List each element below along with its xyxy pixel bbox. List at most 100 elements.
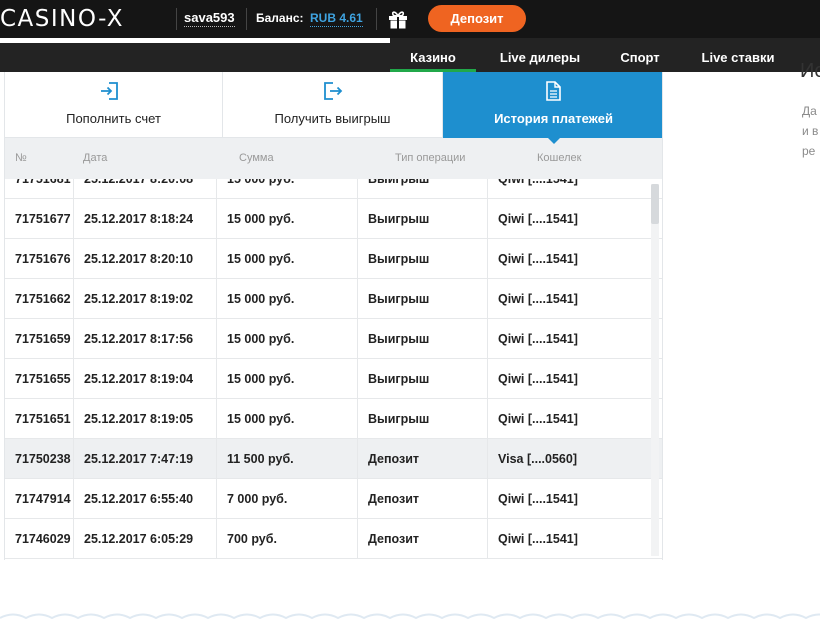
table-row[interactable]: 71751651 25.12.2017 8:19:05 15 000 руб. Выи… (5, 399, 662, 439)
balance-label: Баланс: (256, 11, 304, 25)
cell-date: 25.12.2017 8:20:10 (73, 239, 217, 279)
cell-number: 71750238 (15, 452, 71, 466)
cell-type: Выигрыш (357, 399, 487, 439)
cell-type: Депозит (357, 519, 487, 559)
cell-wallet: Qiwi [....1541] (487, 179, 647, 199)
cell-wallet: Qiwi [....1541] (487, 199, 647, 239)
table-scrollbar-thumb[interactable] (651, 184, 659, 224)
cell-wallet: Qiwi [....1541] (487, 239, 647, 279)
tab-label: Получить выигрыш (274, 111, 391, 126)
table-row[interactable]: 71750238 25.12.2017 7:47:19 11 500 руб. Деп… (5, 439, 662, 479)
cell-date: 25.12.2017 8:19:04 (73, 359, 217, 399)
cell-type: Депозит (357, 439, 487, 479)
column-header-type: Тип операции (395, 152, 466, 164)
cell-number: 71751677 (15, 212, 71, 226)
cell-date: 25.12.2017 8:19:02 (73, 279, 217, 319)
deposit-in-icon (101, 82, 118, 100)
column-header-wallet: Кошелек (537, 152, 582, 164)
side-text-line: ре (802, 144, 816, 158)
nav-tab-live-bets[interactable]: Live ставки (688, 38, 788, 72)
cell-number: 71747914 (15, 492, 71, 506)
cell-wallet: Qiwi [....1541] (487, 519, 647, 559)
side-text-line: и в (802, 124, 819, 138)
footer-wave-decoration (0, 613, 820, 620)
cell-amount: 15 000 руб. (216, 399, 357, 439)
payment-tabs: Пополнить счет Получить выигрыш История … (5, 72, 662, 144)
cell-type: Выигрыш (357, 179, 487, 199)
deposit-button[interactable]: Депозит (428, 5, 526, 32)
username-link[interactable]: sava593 (184, 10, 235, 27)
cell-number: 71751662 (15, 292, 71, 306)
cell-number: 71751681 (15, 179, 71, 186)
cell-number: 71751676 (15, 252, 71, 266)
document-icon (546, 81, 561, 101)
gift-icon[interactable] (387, 8, 409, 30)
balance-value[interactable]: RUB 4.61 (310, 10, 363, 27)
nav-tab-casino[interactable]: Казино (390, 38, 476, 72)
cell-date: 25.12.2017 8:17:56 (73, 319, 217, 359)
nav-tab-sport[interactable]: Спорт (606, 38, 674, 72)
table-row[interactable]: 71751655 25.12.2017 8:19:04 15 000 руб. Выи… (5, 359, 662, 399)
withdraw-out-icon (324, 82, 343, 100)
cell-wallet: Qiwi [....1541] (487, 319, 647, 359)
table-row[interactable]: 71751662 25.12.2017 8:19:02 15 000 руб. Выи… (5, 279, 662, 319)
cell-wallet: Qiwi [....1541] (487, 279, 647, 319)
table-scrollbar[interactable] (651, 184, 659, 556)
cell-amount: 15 000 руб. (216, 179, 357, 199)
table-row[interactable]: 71751659 25.12.2017 8:17:56 15 000 руб. Выи… (5, 319, 662, 359)
cell-amount: 15 000 руб. (216, 199, 357, 239)
column-header-number: № (15, 152, 27, 164)
header-divider (376, 8, 377, 30)
cell-wallet: Qiwi [....1541] (487, 359, 647, 399)
cell-type: Депозит (357, 479, 487, 519)
cell-wallet: Qiwi [....1541] (487, 479, 647, 519)
active-tab-pointer (547, 138, 560, 144)
column-header-date: Дата (83, 152, 108, 164)
cell-amount: 11 500 руб. (216, 439, 357, 479)
cell-date: 25.12.2017 8:18:24 (73, 199, 217, 239)
casino-logo[interactable]: CASINO-X (0, 5, 124, 33)
cell-date: 25.12.2017 6:05:29 (73, 519, 217, 559)
cell-amount: 15 000 руб. (216, 239, 357, 279)
cell-number: 71751659 (15, 332, 71, 346)
cell-date: 25.12.2017 8:19:05 (73, 399, 217, 439)
cell-number: 71751651 (15, 412, 71, 426)
nav-tab-live-dealers[interactable]: Live дилеры (486, 38, 594, 72)
table-row[interactable]: 71751681 25.12.2017 8:20:08 15 000 руб. Выи… (5, 179, 662, 199)
cell-amount: 15 000 руб. (216, 319, 357, 359)
main-nav: Казино Live дилеры Спорт Live ставки (0, 38, 820, 72)
table-row[interactable]: 71751677 25.12.2017 8:18:24 15 000 руб. Выи… (5, 199, 662, 239)
cell-number: 71746029 (15, 532, 71, 546)
cell-date: 25.12.2017 8:20:08 (73, 179, 217, 199)
payments-table-body[interactable]: 71751681 25.12.2017 8:20:08 15 000 руб. Выи… (5, 179, 662, 560)
tab-payment-history[interactable]: История платежей (443, 72, 662, 144)
payments-panel: Пополнить счет Получить выигрыш История … (4, 72, 663, 560)
cell-wallet: Visa [....0560] (487, 439, 647, 479)
cell-amount: 700 руб. (216, 519, 357, 559)
nav-left-strip (0, 38, 390, 43)
side-heading: Ис (800, 60, 820, 82)
tab-withdraw[interactable]: Получить выигрыш (223, 72, 443, 138)
cell-type: Выигрыш (357, 199, 487, 239)
cell-type: Выигрыш (357, 319, 487, 359)
table-header: № Дата Сумма Тип операции Кошелек (5, 138, 662, 179)
cell-type: Выигрыш (357, 239, 487, 279)
table-row[interactable]: 71751676 25.12.2017 8:20:10 15 000 руб. Выи… (5, 239, 662, 279)
top-header: CASINO-X sava593 Баланс: RUB 4.61 Депози… (0, 0, 820, 38)
tab-label: Пополнить счет (66, 111, 161, 126)
header-divider (246, 8, 247, 30)
tab-label: История платежей (494, 111, 613, 126)
cell-wallet: Qiwi [....1541] (487, 399, 647, 439)
table-row[interactable]: 71746029 25.12.2017 6:05:29 700 руб. Депози… (5, 519, 662, 559)
column-header-amount: Сумма (239, 152, 274, 164)
cell-date: 25.12.2017 7:47:19 (73, 439, 217, 479)
header-divider (176, 8, 177, 30)
tab-deposit[interactable]: Пополнить счет (5, 72, 223, 138)
cell-type: Выигрыш (357, 359, 487, 399)
cell-number: 71751655 (15, 372, 71, 386)
table-row[interactable]: 71747914 25.12.2017 6:55:40 7 000 руб. Депо… (5, 479, 662, 519)
side-text-line: Да (802, 104, 817, 118)
cell-amount: 15 000 руб. (216, 359, 357, 399)
cell-date: 25.12.2017 6:55:40 (73, 479, 217, 519)
cell-amount: 15 000 руб. (216, 279, 357, 319)
